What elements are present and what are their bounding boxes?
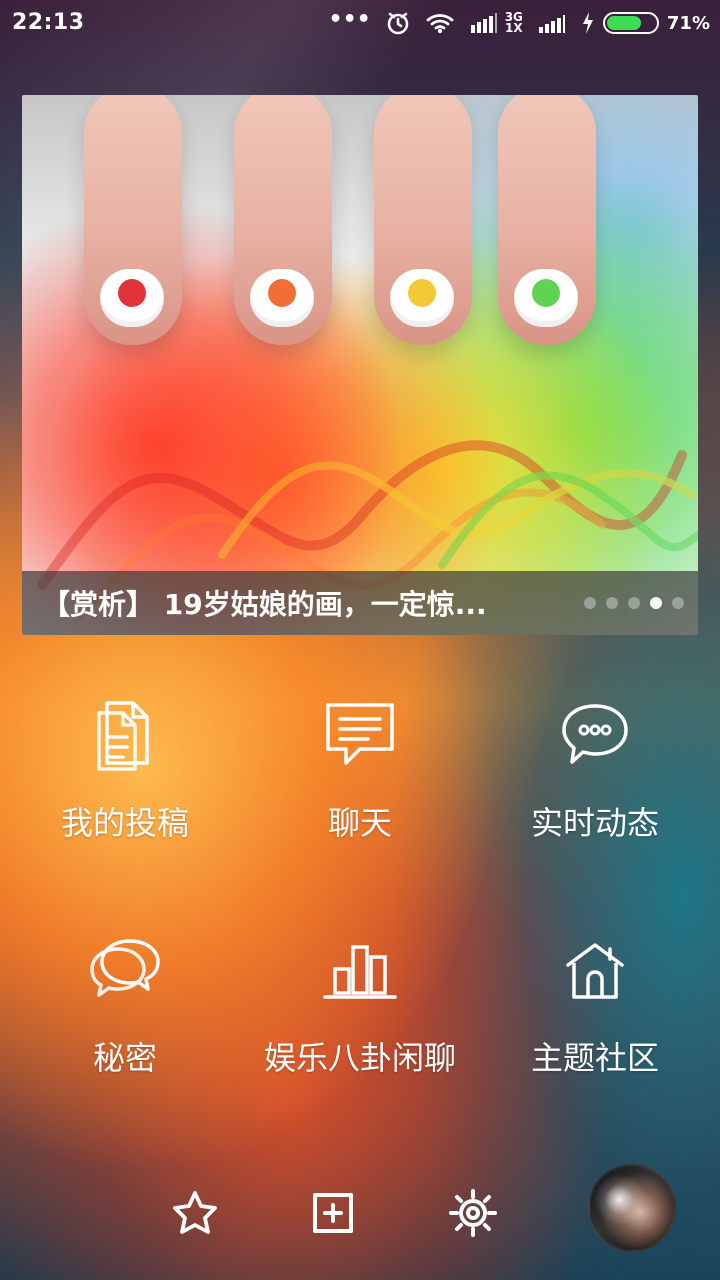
chat-bubble-icon bbox=[315, 688, 405, 778]
menu-item-label: 秘密 bbox=[92, 1039, 157, 1077]
menu-item-label: 娱乐八卦闲聊 bbox=[263, 1039, 456, 1077]
featured-banner[interactable]: 【赏析】 19岁姑娘的画，一定惊... bbox=[22, 95, 698, 635]
settings-button[interactable] bbox=[438, 1178, 508, 1248]
add-post-icon bbox=[313, 1193, 353, 1233]
star-icon bbox=[173, 1191, 217, 1234]
status-bar: 22:13 ••• 3G 1X 71% bbox=[0, 0, 720, 50]
documents-icon bbox=[80, 688, 170, 778]
pager-dot[interactable] bbox=[628, 597, 640, 609]
more-status-icon: ••• bbox=[328, 7, 371, 32]
menu-item-label: 主题社区 bbox=[530, 1039, 659, 1077]
pager-dot[interactable] bbox=[672, 597, 684, 609]
menu-item-label: 我的投稿 bbox=[60, 804, 189, 842]
status-time: 22:13 bbox=[12, 10, 85, 35]
network-type-bottom: 1X bbox=[505, 21, 523, 35]
battery-percent: 71% bbox=[666, 12, 710, 34]
menu-item-label: 实时动态 bbox=[530, 804, 659, 842]
menu-item-community[interactable]: 主题社区 bbox=[475, 905, 715, 1115]
signal-bars-icon bbox=[470, 13, 497, 33]
charging-icon bbox=[582, 12, 593, 34]
menu-grid: 我的投稿 聊天 实时动态 秘密 娱乐八卦闲聊 主题社区 bbox=[0, 670, 720, 1090]
menu-item-chat[interactable]: 聊天 bbox=[240, 670, 480, 880]
home-icon bbox=[550, 923, 640, 1013]
banner-pager bbox=[584, 597, 684, 609]
signal-strength-icon bbox=[538, 15, 565, 33]
bar-chart-icon bbox=[315, 923, 405, 1013]
banner-caption-bar: 【赏析】 19岁姑娘的画，一定惊... bbox=[22, 571, 698, 635]
battery-icon bbox=[602, 12, 659, 34]
network-type: 3G 1X bbox=[505, 11, 523, 35]
menu-item-entertainment[interactable]: 娱乐八卦闲聊 bbox=[240, 905, 480, 1115]
pager-dot[interactable] bbox=[606, 597, 618, 609]
status-icons: ••• 3G 1X 71% bbox=[328, 7, 710, 36]
battery-group: 71% bbox=[581, 11, 710, 35]
bottom-navigation bbox=[0, 1160, 720, 1270]
double-bubble-icon bbox=[80, 923, 170, 1013]
ellipsis-bubble-icon bbox=[550, 688, 640, 778]
user-avatar[interactable] bbox=[588, 1164, 676, 1252]
banner-caption: 【赏析】 19岁姑娘的画，一定惊... bbox=[42, 588, 487, 621]
alarm-icon bbox=[387, 12, 409, 35]
menu-item-label: 聊天 bbox=[327, 804, 392, 842]
menu-item-secrets[interactable]: 秘密 bbox=[5, 905, 245, 1115]
menu-item-realtime[interactable]: 实时动态 bbox=[475, 670, 715, 880]
pager-dot[interactable] bbox=[584, 597, 596, 609]
mobile-signal-group: 3G 1X bbox=[469, 11, 523, 35]
battery-level-fill bbox=[606, 16, 641, 30]
new-post-button[interactable] bbox=[298, 1178, 368, 1248]
settings-icon bbox=[449, 1189, 497, 1237]
pager-dot[interactable] bbox=[650, 597, 662, 609]
wifi-icon bbox=[426, 14, 454, 34]
menu-item-my-posts[interactable]: 我的投稿 bbox=[5, 670, 245, 880]
favorites-button[interactable] bbox=[160, 1178, 230, 1248]
